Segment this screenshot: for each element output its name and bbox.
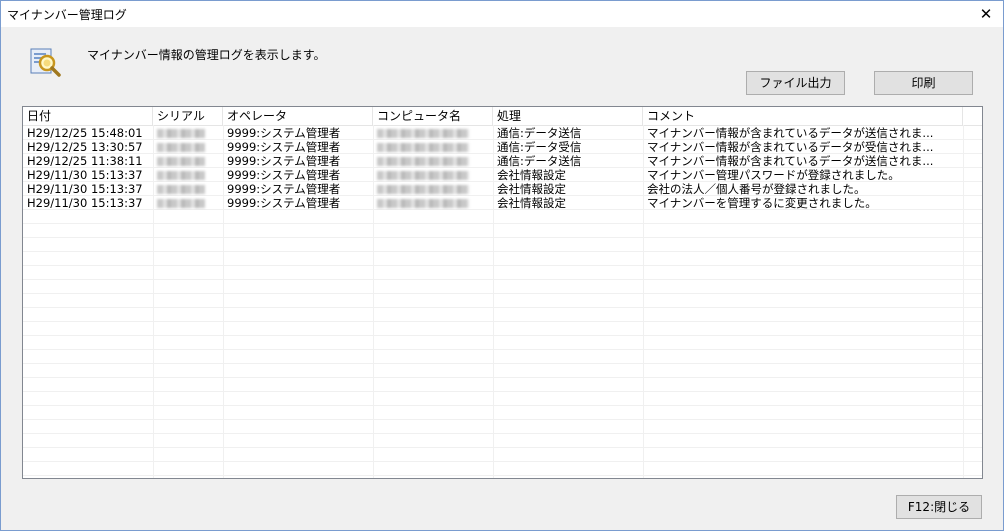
grid-line-horizontal xyxy=(23,377,982,378)
column-header-computer[interactable]: コンピュータ名 xyxy=(373,107,493,125)
dialog-window: マイナンバー管理ログ ✕ マイナンバー情報の管理ログを表示します。 ファイル出力… xyxy=(0,0,1004,531)
cell-operator: 9999:システム管理者 xyxy=(227,168,341,182)
redacted-value xyxy=(377,199,469,208)
column-header-filler xyxy=(963,107,982,125)
log-list[interactable]: 日付 シリアル オペレータ コンピュータ名 処理 コメント H29/12/25 … xyxy=(22,106,983,479)
cell-computer xyxy=(373,154,493,168)
close-button[interactable]: F12:閉じる xyxy=(896,495,982,519)
cell-serial xyxy=(153,154,223,168)
cell-date: H29/12/25 13:30:57 xyxy=(27,140,143,154)
cell-operator: 9999:システム管理者 xyxy=(227,182,341,196)
column-header-comment[interactable]: コメント xyxy=(643,107,963,125)
redacted-value xyxy=(377,129,469,138)
redacted-value xyxy=(377,157,469,166)
grid-line-horizontal xyxy=(23,419,982,420)
table-row[interactable]: H29/11/30 15:13:37 9999:システム管理者 会社情報設定 マイナン… xyxy=(23,168,982,182)
window-title: マイナンバー管理ログ xyxy=(7,8,127,22)
cell-operator: 9999:システム管理者 xyxy=(227,126,341,140)
cell-computer xyxy=(373,168,493,182)
redacted-value xyxy=(157,199,205,208)
close-icon[interactable]: ✕ xyxy=(969,1,1003,27)
redacted-value xyxy=(377,143,469,152)
cell-process: 通信:データ受信 xyxy=(497,140,582,154)
column-header-date[interactable]: 日付 xyxy=(23,107,153,125)
file-output-button[interactable]: ファイル出力 xyxy=(746,71,845,95)
table-row[interactable]: H29/12/25 15:48:01 9999:システム管理者 通信:データ送信 マイ… xyxy=(23,126,982,140)
cell-comment: マイナンバー情報が含まれているデータが送信されま... xyxy=(647,154,934,168)
log-search-icon xyxy=(30,48,61,77)
cell-serial xyxy=(153,182,223,196)
grid-line-horizontal xyxy=(23,251,982,252)
cell-operator: 9999:システム管理者 xyxy=(227,196,341,210)
cell-computer xyxy=(373,140,493,154)
list-header: 日付 シリアル オペレータ コンピュータ名 処理 コメント xyxy=(23,107,982,126)
grid-line-horizontal xyxy=(23,293,982,294)
cell-computer xyxy=(373,196,493,210)
grid-line-horizontal xyxy=(23,405,982,406)
table-row[interactable]: H29/12/25 11:38:11 9999:システム管理者 通信:データ送信 マイ… xyxy=(23,154,982,168)
cell-date: H29/11/30 15:13:37 xyxy=(27,182,143,196)
redacted-value xyxy=(157,171,205,180)
cell-process: 会社情報設定 xyxy=(497,168,566,182)
column-header-process[interactable]: 処理 xyxy=(493,107,643,125)
grid-line-horizontal xyxy=(23,307,982,308)
grid-line-horizontal xyxy=(23,391,982,392)
table-row[interactable]: H29/11/30 15:13:37 9999:システム管理者 会社情報設定 マイナン… xyxy=(23,196,982,210)
cell-process: 通信:データ送信 xyxy=(497,154,582,168)
grid-line-horizontal xyxy=(23,265,982,266)
redacted-value xyxy=(377,185,469,194)
cell-process: 会社情報設定 xyxy=(497,182,566,196)
cell-process: 会社情報設定 xyxy=(497,196,566,210)
column-header-operator[interactable]: オペレータ xyxy=(223,107,373,125)
cell-serial xyxy=(153,140,223,154)
grid-line-horizontal xyxy=(23,349,982,350)
grid-line-horizontal xyxy=(23,279,982,280)
grid-line-horizontal xyxy=(23,433,982,434)
cell-computer xyxy=(373,182,493,196)
cell-date: H29/12/25 15:48:01 xyxy=(27,126,143,140)
cell-serial xyxy=(153,196,223,210)
cell-date: H29/11/30 15:13:37 xyxy=(27,196,143,210)
cell-date: H29/11/30 15:13:37 xyxy=(27,168,143,182)
cell-serial xyxy=(153,168,223,182)
redacted-value xyxy=(157,185,205,194)
cell-computer xyxy=(373,126,493,140)
grid-line-horizontal xyxy=(23,237,982,238)
print-button[interactable]: 印刷 xyxy=(874,71,973,95)
grid-line-horizontal xyxy=(23,447,982,448)
cell-date: H29/12/25 11:38:11 xyxy=(27,154,143,168)
cell-comment: マイナンバー情報が含まれているデータが受信されま... xyxy=(647,140,934,154)
table-row[interactable]: H29/11/30 15:13:37 9999:システム管理者 会社情報設定 会社の法… xyxy=(23,182,982,196)
table-row[interactable]: H29/12/25 13:30:57 9999:システム管理者 通信:データ受信 マイ… xyxy=(23,140,982,154)
cell-comment: マイナンバー管理パスワードが登録されました。 xyxy=(647,168,900,182)
cell-comment: 会社の法人／個人番号が登録されました。 xyxy=(647,182,866,196)
cell-process: 通信:データ送信 xyxy=(497,126,582,140)
cell-comment: マイナンバー情報が含まれているデータが送信されま... xyxy=(647,126,934,140)
grid-line-horizontal xyxy=(23,363,982,364)
cell-comment: マイナンバーを管理するに変更されました。 xyxy=(647,196,877,210)
header-message: マイナンバー情報の管理ログを表示します。 xyxy=(87,48,326,62)
redacted-value xyxy=(377,171,469,180)
title-bar[interactable]: マイナンバー管理ログ ✕ xyxy=(1,1,1003,27)
grid-line-horizontal xyxy=(23,461,982,462)
grid-line-horizontal xyxy=(23,321,982,322)
cell-serial xyxy=(153,126,223,140)
grid-line-horizontal xyxy=(23,475,982,476)
column-header-serial[interactable]: シリアル xyxy=(153,107,223,125)
grid-line-horizontal xyxy=(23,335,982,336)
redacted-value xyxy=(157,143,205,152)
grid-line-horizontal xyxy=(23,223,982,224)
cell-operator: 9999:システム管理者 xyxy=(227,140,341,154)
redacted-value xyxy=(157,129,205,138)
cell-operator: 9999:システム管理者 xyxy=(227,154,341,168)
redacted-value xyxy=(157,157,205,166)
